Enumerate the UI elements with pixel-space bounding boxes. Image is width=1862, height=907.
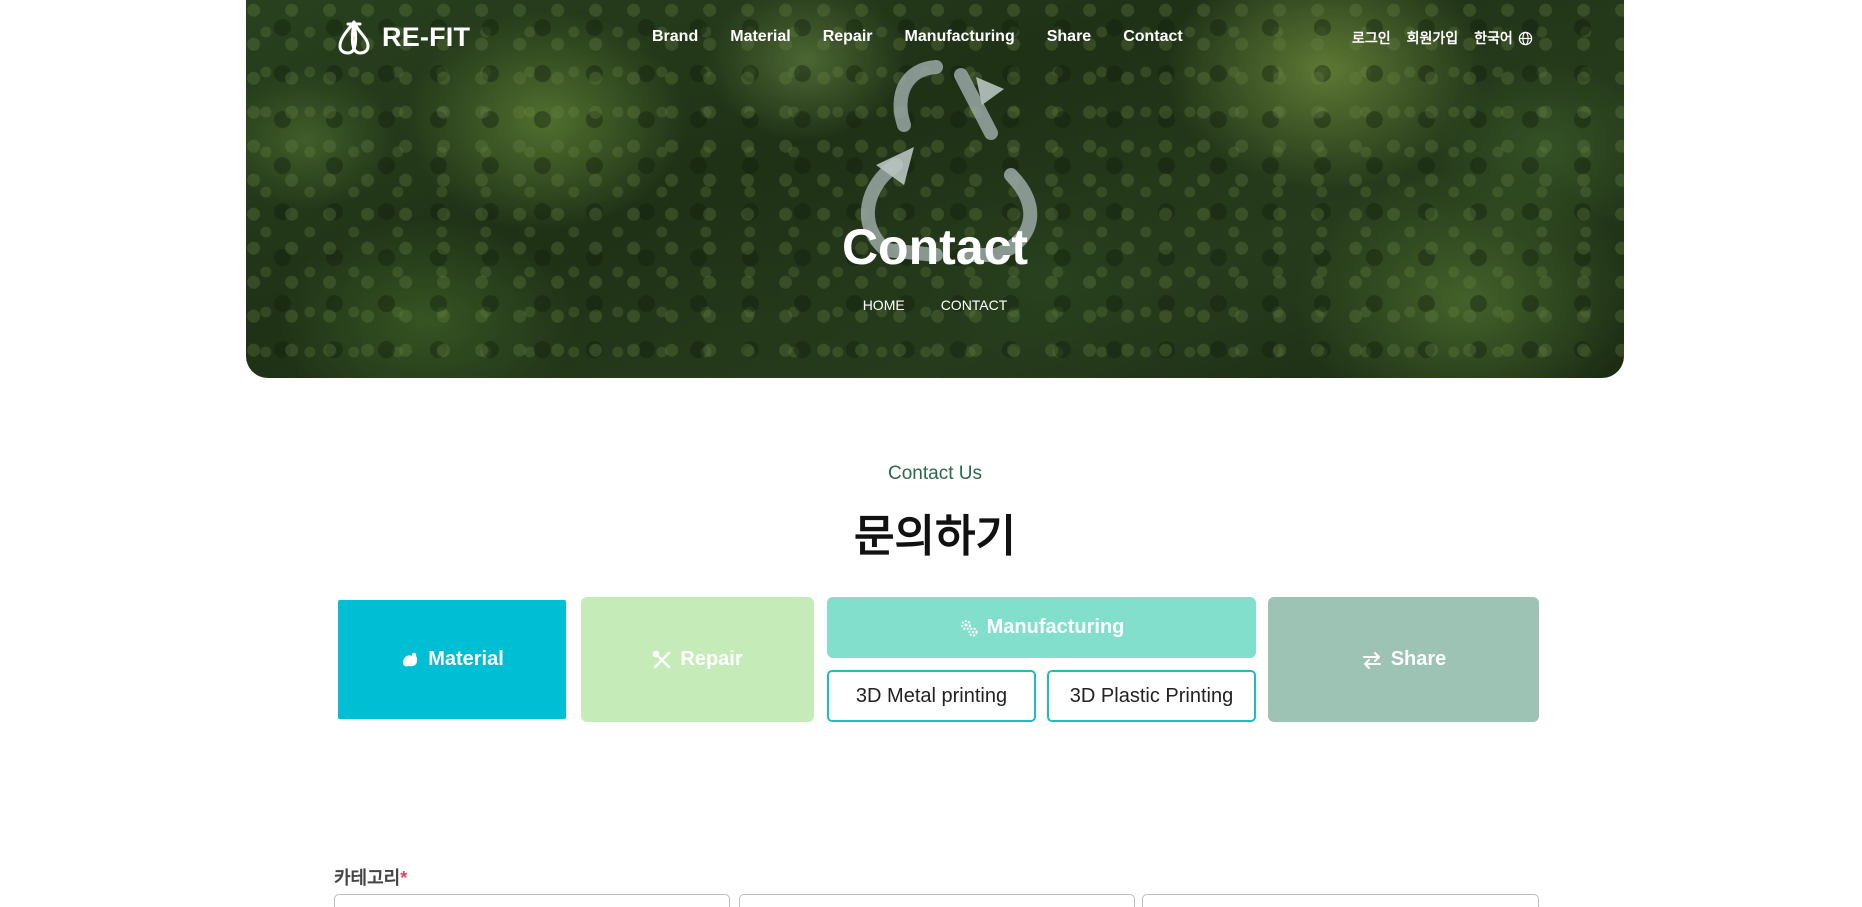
- breadcrumb: HOME CONTACT: [246, 297, 1624, 313]
- nav-item-contact[interactable]: Contact: [1123, 28, 1183, 46]
- signup-link[interactable]: 회원가입: [1407, 28, 1459, 48]
- brand-logo[interactable]: RE-FIT: [334, 18, 470, 56]
- category-material-button[interactable]: Material: [338, 600, 566, 719]
- login-link[interactable]: 로그인: [1352, 28, 1391, 48]
- brand-name: RE-FIT: [382, 21, 471, 52]
- gears-icon: [960, 619, 978, 637]
- user-menu: 로그인 회원가입 한국어: [1352, 28, 1533, 48]
- category-repair-button[interactable]: Repair: [581, 597, 814, 722]
- language-selector[interactable]: 한국어: [1474, 28, 1533, 48]
- swap-arrows-icon: [1362, 651, 1381, 669]
- hero-title: Contact: [841, 219, 1029, 275]
- page: RE-FIT Brand Material Repair Manufacturi…: [0, 0, 1862, 907]
- tools-icon: [653, 650, 671, 668]
- category-repair-label: Repair: [680, 648, 743, 670]
- category-select-3[interactable]: [1142, 894, 1539, 907]
- nav-item-material[interactable]: Material: [730, 28, 790, 46]
- globe-icon: [1518, 31, 1533, 45]
- hero-banner: RE-FIT Brand Material Repair Manufacturi…: [246, 0, 1624, 378]
- section-title: 문의하기: [854, 512, 1016, 561]
- option-3d-plastic-printing[interactable]: 3D Plastic Printing: [1047, 670, 1256, 722]
- leaf-logo-icon: [338, 20, 370, 55]
- category-manufacturing-label: Manufacturing: [986, 616, 1125, 638]
- breadcrumb-contact[interactable]: CONTACT: [941, 297, 1008, 313]
- category-material-label: Material: [428, 648, 504, 670]
- category-select-1[interactable]: [334, 894, 730, 907]
- nav-item-repair[interactable]: Repair: [823, 28, 873, 46]
- material-icon: [403, 652, 418, 666]
- category-manufacturing-button[interactable]: Manufacturing: [827, 597, 1256, 658]
- section-eyebrow: Contact Us: [888, 463, 982, 484]
- nav-item-manufacturing[interactable]: Manufacturing: [905, 28, 1015, 46]
- nav-item-share[interactable]: Share: [1047, 28, 1091, 46]
- category-label-text: 카테고리: [334, 868, 401, 888]
- category-field-label: 카테고리*: [334, 864, 407, 890]
- main-nav: Brand Material Repair Manufacturing Shar…: [652, 28, 1215, 46]
- breadcrumb-home[interactable]: HOME: [863, 297, 905, 313]
- required-mark: *: [400, 868, 408, 888]
- category-share-button[interactable]: Share: [1268, 597, 1539, 722]
- option-3d-metal-printing[interactable]: 3D Metal printing: [827, 670, 1036, 722]
- category-select-2[interactable]: [739, 894, 1135, 907]
- category-share-label: Share: [1390, 648, 1447, 670]
- nav-item-brand[interactable]: Brand: [652, 28, 698, 46]
- language-label: 한국어: [1474, 30, 1513, 46]
